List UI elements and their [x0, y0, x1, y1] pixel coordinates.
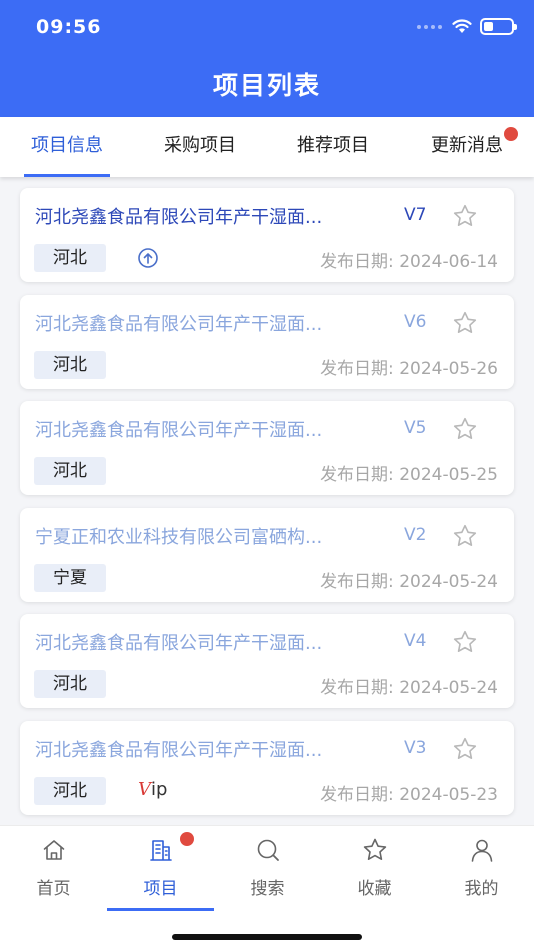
- project-card[interactable]: 河北尧鑫食品有限公司年产干湿面... V5 河北 发布日期: 2024-05-2…: [20, 401, 514, 495]
- tabbar-home-label: 首页: [36, 879, 71, 899]
- tabbar-projects-badge: [180, 832, 194, 846]
- region-tag: 河北: [34, 350, 106, 379]
- project-card[interactable]: 河北尧鑫食品有限公司年产干湿面... V4 河北 发布日期: 2024-05-2…: [20, 614, 514, 708]
- region-tag: 宁夏: [34, 563, 106, 592]
- tab-procurement[interactable]: 采购项目: [157, 117, 243, 177]
- project-card[interactable]: 河北尧鑫食品有限公司年产干湿面... V3 河北 Vip 发布日期: 2024-…: [20, 720, 514, 815]
- search-icon: [257, 839, 279, 861]
- star-icon: [363, 838, 387, 860]
- upload-icon: [138, 248, 158, 268]
- publish-date: 发布日期: 2024-05-26: [320, 358, 498, 379]
- wifi-icon: [452, 19, 472, 33]
- favorite-star-icon[interactable]: [452, 629, 478, 655]
- favorite-star-icon[interactable]: [452, 203, 478, 229]
- publish-date: 发布日期: 2024-05-25: [320, 465, 498, 485]
- project-title: 河北尧鑫食品有限公司年产干湿面...: [35, 420, 323, 441]
- home-indicator: [172, 934, 362, 940]
- publish-date: 发布日期: 2024-05-24: [320, 678, 498, 698]
- project-version: V7: [404, 205, 427, 225]
- project-title: 河北尧鑫食品有限公司年产干湿面...: [35, 739, 323, 761]
- region-tag: 河北: [34, 244, 106, 272]
- region-tag: 河北: [34, 776, 106, 805]
- project-list: 河北尧鑫食品有限公司年产干湿面... V7 河北 发布日期: 2024-06-1…: [20, 188, 514, 827]
- tab-project-info[interactable]: 项目信息: [24, 117, 110, 177]
- home-icon: [43, 840, 65, 860]
- battery-icon: [480, 18, 517, 35]
- building-icon: [150, 840, 172, 861]
- cellular-signal-icon: [417, 24, 442, 29]
- tab-updates[interactable]: 更新消息: [424, 117, 518, 177]
- publish-date: 发布日期: 2024-05-24: [320, 571, 498, 592]
- status-indicators: [417, 18, 517, 35]
- project-version: V4: [404, 631, 427, 651]
- project-version: V5: [404, 418, 427, 438]
- project-card[interactable]: 宁夏正和农业科技有限公司富硒构... V2 宁夏 发布日期: 2024-05-2…: [20, 507, 514, 602]
- project-card[interactable]: 河北尧鑫食品有限公司年产干湿面... V6 河北 发布日期: 2024-05-2…: [20, 294, 514, 389]
- tabbar-search-label: 搜索: [250, 879, 285, 899]
- tab-updates-label: 更新消息: [431, 135, 503, 156]
- project-tabs: 项目信息 采购项目 推荐项目 更新消息: [0, 117, 534, 177]
- status-time: 09:56: [36, 16, 102, 38]
- project-title: 宁夏正和农业科技有限公司富硒构...: [35, 526, 323, 548]
- region-tag: 河北: [34, 670, 106, 698]
- tabbar-profile[interactable]: 我的: [428, 826, 534, 911]
- tabbar-projects[interactable]: 项目: [107, 826, 214, 911]
- project-title: 河北尧鑫食品有限公司年产干湿面...: [35, 207, 323, 228]
- page-title: 项目列表: [212, 71, 321, 100]
- app-header: 09:56 项目列表: [0, 0, 534, 117]
- publish-date: 发布日期: 2024-06-14: [320, 252, 498, 272]
- project-title: 河北尧鑫食品有限公司年产干湿面...: [35, 313, 323, 335]
- tabbar-projects-label: 项目: [143, 879, 178, 899]
- favorite-star-icon[interactable]: [452, 736, 478, 762]
- project-card[interactable]: 河北尧鑫食品有限公司年产干湿面... V7 河北 发布日期: 2024-06-1…: [20, 188, 514, 282]
- favorite-star-icon[interactable]: [452, 416, 478, 442]
- tabbar-favorites-label: 收藏: [357, 879, 392, 899]
- favorite-star-icon[interactable]: [452, 310, 478, 336]
- project-version: V3: [404, 737, 427, 758]
- tabbar-search[interactable]: 搜索: [214, 826, 321, 911]
- vip-badge-v: V: [138, 778, 151, 800]
- favorite-star-icon[interactable]: [452, 523, 478, 549]
- project-title: 河北尧鑫食品有限公司年产干湿面...: [35, 633, 323, 654]
- tabbar-profile-label: 我的: [464, 879, 499, 899]
- publish-date: 发布日期: 2024-05-23: [320, 784, 498, 805]
- vip-badge-rest: ip: [151, 778, 168, 800]
- vip-badge: Vip: [138, 779, 167, 800]
- project-version: V2: [404, 524, 427, 545]
- region-tag: 河北: [34, 457, 106, 485]
- bottom-tab-bar: 首页 项目 搜索 收藏 我的: [0, 825, 534, 950]
- tabbar-favorites[interactable]: 收藏: [321, 826, 428, 911]
- tabbar-home[interactable]: 首页: [0, 826, 107, 911]
- tab-updates-badge: [504, 127, 518, 141]
- project-version: V6: [404, 311, 427, 332]
- tab-recommended[interactable]: 推荐项目: [290, 117, 376, 177]
- user-icon: [471, 839, 493, 862]
